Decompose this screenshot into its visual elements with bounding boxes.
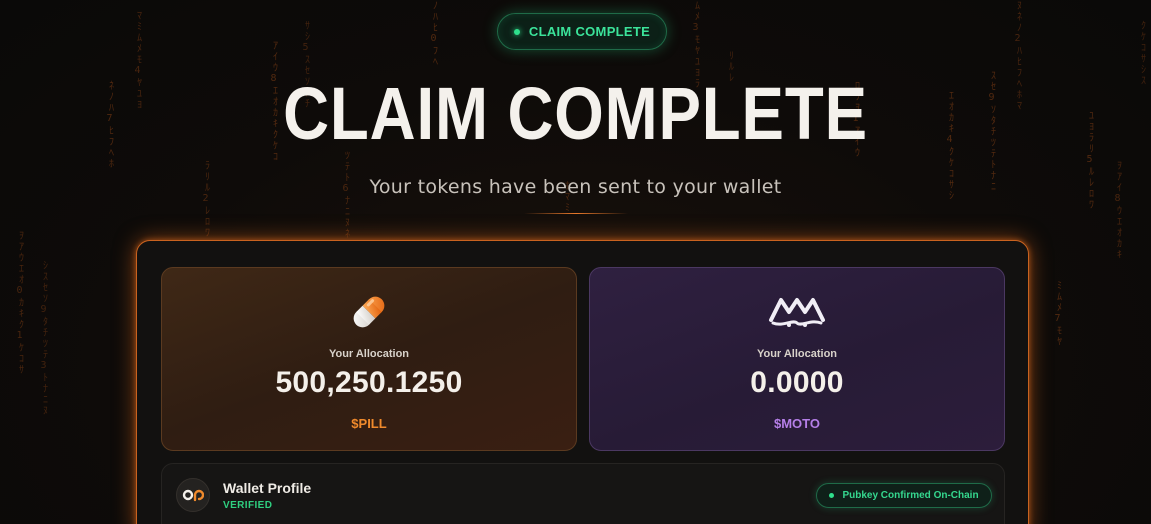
wallet-profile-card: Wallet Profile VERIFIED Pubkey Confirmed… xyxy=(161,463,1005,524)
moto-allocation-label: Your Allocation xyxy=(756,348,838,360)
moto-logo-icon xyxy=(769,298,825,327)
pill-icon xyxy=(353,296,385,328)
allocation-panel: Your Allocation 500,250.1250 $PILL Your … xyxy=(136,240,1029,524)
op-logo-icon xyxy=(182,489,204,502)
matrix-rain-column: ｸｹｺｻｼｽ xyxy=(1136,20,1147,86)
page-title: CLAIM COMPLETE xyxy=(283,72,868,155)
matrix-rain-column: ｦｱｲ8ｳｴｵｶｷ xyxy=(1112,160,1123,260)
status-dot-icon xyxy=(513,28,520,35)
matrix-rain-column: ﾐﾑﾒ7ﾓﾔ xyxy=(1052,280,1063,347)
claim-page: ｦｱｳｴｵ0ｶｷｸ1ｹｺｻ ｼｽｾｿ9ﾀﾁﾂﾃ3ﾄﾅﾆﾇ ﾈﾉﾊ7ﾋﾌﾍﾎ ﾏﾐ… xyxy=(0,0,1151,524)
wallet-verified-status: VERIFIED xyxy=(223,500,273,511)
matrix-rain-column: ﾉﾊﾋ0ﾌﾍ xyxy=(428,0,439,67)
status-badge-label: CLAIM COMPLETE xyxy=(528,24,651,39)
pill-ticker: $PILL xyxy=(351,416,387,431)
pubkey-confirmed-chip: Pubkey Confirmed On-Chain xyxy=(816,483,992,508)
matrix-rain-column: ｦｱｳｴｵ0ｶｷｸ1ｹｺｻ xyxy=(14,230,25,375)
matrix-rain-column: ｼｽｾｿ9ﾀﾁﾂﾃ3ﾄﾅﾆﾇ xyxy=(38,260,49,416)
pill-allocation-label: Your Allocation xyxy=(328,348,410,360)
moto-allocation-card: Your Allocation 0.0000 $MOTO xyxy=(589,267,1005,451)
wallet-profile-title: Wallet Profile xyxy=(223,480,312,496)
avatar xyxy=(176,478,210,512)
pill-allocation-amount: 500,250.1250 xyxy=(275,366,463,399)
title-divider xyxy=(524,213,628,214)
status-dot-icon xyxy=(829,493,835,498)
matrix-rain-column: ﾗﾘﾙ2ﾚﾛﾜ xyxy=(200,160,211,238)
pill-allocation-card: Your Allocation 500,250.1250 $PILL xyxy=(161,267,577,451)
claim-status-badge: CLAIM COMPLETE xyxy=(497,13,667,50)
pubkey-confirmed-label: Pubkey Confirmed On-Chain xyxy=(842,490,979,501)
moto-ticker: $MOTO xyxy=(774,416,820,431)
page-subtitle: Your tokens have been sent to your walle… xyxy=(369,176,782,198)
moto-allocation-amount: 0.0000 xyxy=(750,366,844,399)
